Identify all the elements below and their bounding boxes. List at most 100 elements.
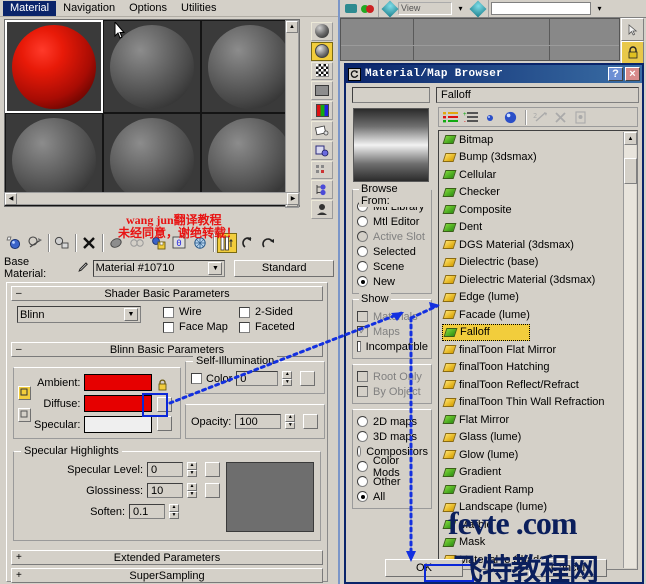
assign-material-to-selection-icon[interactable] (52, 233, 72, 253)
view-field[interactable]: View (398, 2, 452, 15)
max-viewport[interactable] (340, 18, 620, 61)
select-object-icon[interactable] (621, 18, 644, 41)
browser-search-input[interactable] (352, 87, 430, 103)
help-button[interactable]: ? (608, 67, 623, 81)
radio-new[interactable]: New (357, 274, 428, 289)
diffuse-map-button[interactable] (157, 397, 173, 412)
view-small-icons-icon[interactable] (481, 109, 499, 126)
specular-map-button[interactable] (157, 416, 173, 431)
map-list[interactable]: Bitmap Bump (3dsmax) Cellular Checker Compos… (438, 130, 638, 570)
opacity-spinner[interactable]: ▲ ▼ (285, 414, 296, 429)
self-illum-spinner[interactable]: ▲ ▼ (282, 371, 293, 386)
self-illum-value[interactable]: 0 (236, 371, 279, 386)
go-to-parent-icon[interactable] (238, 233, 258, 253)
specular-level-value[interactable]: 0 (147, 462, 183, 477)
glossiness-spinner[interactable]: ▲ ▼ (187, 483, 197, 498)
map-list-scrollbar[interactable]: ▲ (623, 132, 637, 568)
map-list-item[interactable]: Dielectric Material (3dsmax) (439, 271, 637, 289)
render-gem-icon[interactable] (469, 0, 486, 17)
specular-level-map-button[interactable] (205, 462, 220, 477)
checkbox-face-map[interactable]: Face Map (163, 321, 231, 333)
view-list-plus-icon[interactable]: + - (461, 109, 479, 126)
specular-color-swatch[interactable] (84, 416, 153, 433)
sample-type-icon[interactable] (311, 22, 333, 41)
rollout-supersampling[interactable]: + SuperSampling (11, 568, 323, 583)
radio-all[interactable]: All (357, 489, 428, 504)
menu-navigation[interactable]: Navigation (56, 1, 122, 16)
map-list-item[interactable]: Glow (lume) (439, 446, 637, 464)
select-by-material-icon[interactable] (311, 160, 333, 180)
ambient-diffuse-lock-icon[interactable] (157, 376, 172, 393)
chevron-down-icon[interactable]: ▼ (124, 308, 138, 321)
menu-utilities[interactable]: Utilities (174, 1, 223, 16)
menu-options[interactable]: Options (122, 1, 174, 16)
ambient-lock-toggle[interactable] (18, 385, 31, 400)
view-large-icons-icon[interactable] (501, 109, 519, 126)
render-colors-icon[interactable] (360, 1, 375, 16)
radio-mtl-editor[interactable]: Mtl Editor (357, 214, 428, 229)
soften-spinner[interactable]: ▲ ▼ (169, 504, 179, 519)
sample-slots-grid[interactable]: ▲ ▼ (4, 19, 300, 208)
view-gem-icon[interactable] (381, 0, 398, 17)
video-color-check-icon[interactable] (311, 101, 333, 120)
scroll-right-icon[interactable]: ▶ (287, 192, 299, 205)
lock-selection-icon[interactable] (621, 41, 644, 64)
glossiness-value[interactable]: 10 (147, 483, 183, 498)
map-list-item[interactable]: Bump (3dsmax) (439, 149, 637, 167)
map-list-item[interactable]: Checker (439, 184, 637, 202)
map-list-item[interactable]: Glass (lume) (439, 429, 637, 447)
chevron-down-icon[interactable]: ▼ (208, 261, 223, 275)
toolbar-text-field[interactable] (491, 2, 591, 15)
radio-selected[interactable]: Selected (357, 244, 428, 259)
map-list-item[interactable]: finalToon Thin Wall Refraction (439, 394, 637, 412)
map-list-item[interactable]: Edge (lume) (439, 289, 637, 307)
material-map-navigator-icon[interactable] (311, 180, 333, 200)
radio-scene[interactable]: Scene (357, 259, 428, 274)
pick-material-icon[interactable] (311, 200, 333, 219)
shader-type-dropdown[interactable]: Blinn ▼ (17, 306, 141, 323)
options-icon[interactable] (311, 140, 333, 160)
view-list-icon[interactable] (441, 109, 459, 126)
scrollbar-thumb[interactable] (624, 158, 637, 184)
map-list-item[interactable]: finalToon Hatching (439, 359, 637, 377)
browser-window-icon[interactable] (348, 67, 361, 81)
map-list-item[interactable]: Gradient Ramp (439, 481, 637, 499)
material-type-button[interactable]: Standard (234, 259, 334, 277)
rollout-shader-basic-parameters[interactable]: – Shader Basic Parameters (11, 286, 323, 301)
radio-3d-maps[interactable]: 3D maps (357, 429, 428, 444)
close-button[interactable]: × (625, 67, 640, 81)
sample-uv-tiling-icon[interactable] (311, 81, 333, 101)
map-list-item[interactable]: finalToon Flat Mirror (439, 341, 637, 359)
map-list-item[interactable]: Dent (439, 219, 637, 237)
map-list-item[interactable]: Flat Mirror (439, 411, 637, 429)
map-list-item[interactable]: DGS Material (3dsmax) (439, 236, 637, 254)
browser-title-bar[interactable]: Material/Map Browser ? × (346, 65, 642, 83)
sample-slot-1[interactable] (5, 20, 103, 113)
map-list-item[interactable]: Composite (439, 201, 637, 219)
checkbox-incompatible[interactable]: Incompatible (357, 339, 428, 354)
backlight-icon[interactable] (311, 41, 333, 61)
get-material-icon[interactable] (4, 233, 24, 253)
base-material-name-field[interactable]: Material #10710 ▼ (92, 259, 226, 277)
map-list-item[interactable]: Bitmap (439, 131, 637, 149)
opacity-value[interactable]: 100 (235, 414, 282, 429)
put-material-to-scene-icon[interactable] (25, 233, 45, 253)
map-list-item[interactable]: Dielectric (base) (439, 254, 637, 272)
reset-map-icon[interactable] (79, 233, 99, 253)
map-list-item[interactable]: Cellular (439, 166, 637, 184)
menu-material[interactable]: Material (3, 0, 57, 16)
rollout-extended-parameters[interactable]: + Extended Parameters (11, 550, 323, 565)
radio-2d-maps[interactable]: 2D maps (357, 414, 428, 429)
checkbox-faceted[interactable]: Faceted (239, 321, 307, 333)
specular-level-spinner[interactable]: ▲ ▼ (187, 462, 197, 477)
ambient-color-swatch[interactable] (84, 374, 153, 391)
scroll-left-icon[interactable]: ◀ (5, 192, 17, 205)
slots-vertical-scrollbar[interactable]: ▲ ▼ (285, 20, 299, 208)
radio-color-mods[interactable]: Color Mods (357, 455, 428, 479)
toolbar-field-dropdown-icon[interactable]: ▾ (592, 1, 607, 16)
soften-value[interactable]: 0.1 (129, 504, 165, 519)
scroll-up-icon[interactable]: ▲ (286, 21, 298, 33)
self-illum-map-button[interactable] (300, 371, 316, 386)
self-illum-color-checkbox[interactable] (191, 373, 202, 384)
map-list-item[interactable]: Gradient (439, 464, 637, 482)
